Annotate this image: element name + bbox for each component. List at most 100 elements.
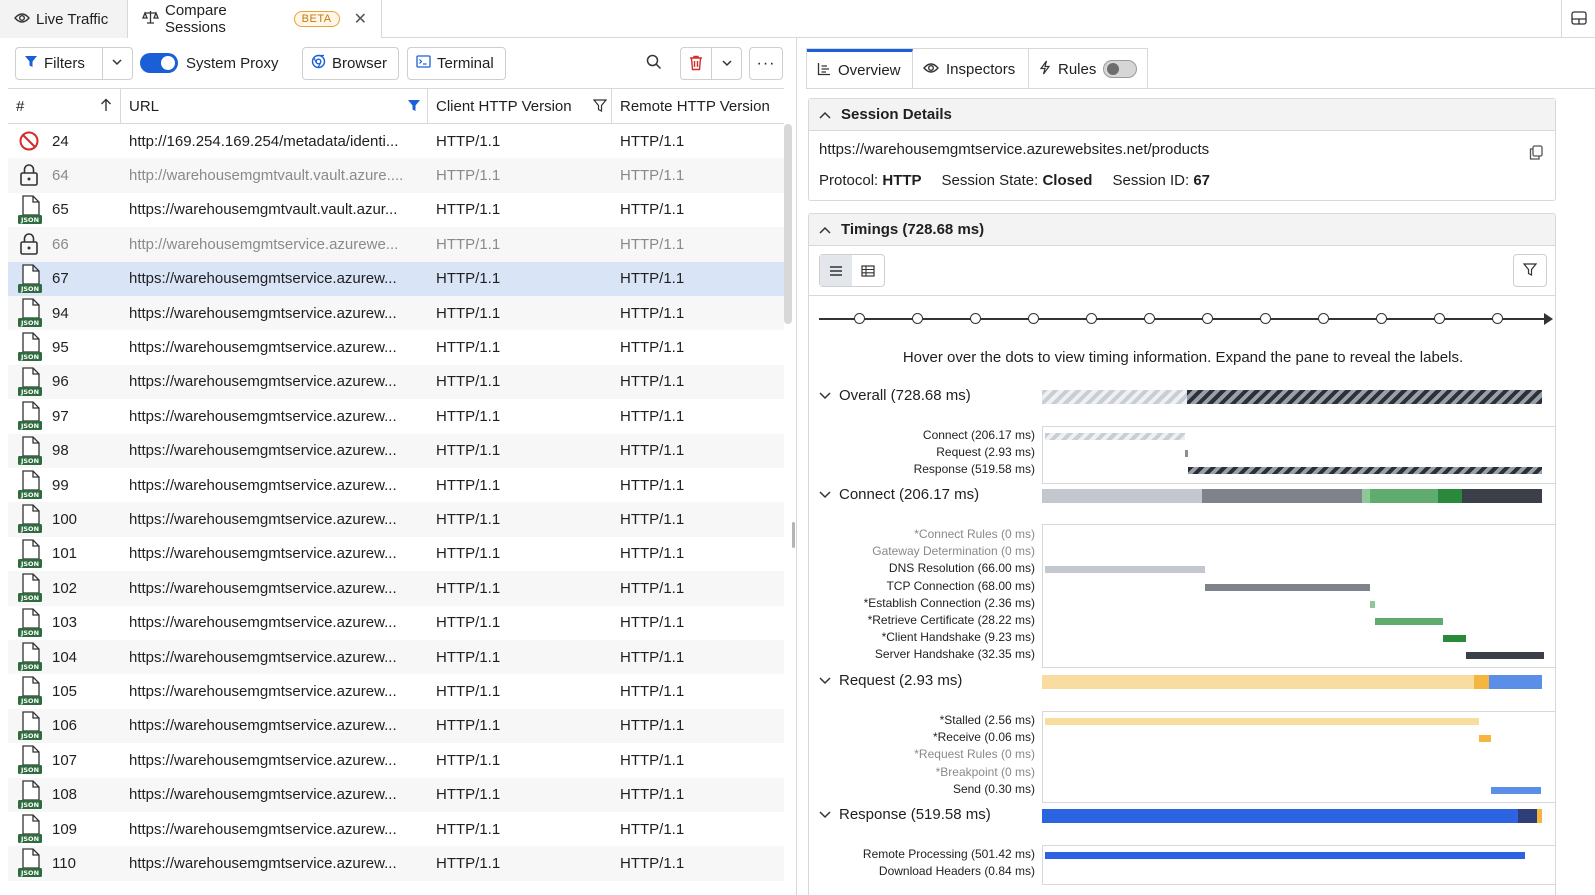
timing-summary-bar[interactable] (1042, 390, 1187, 404)
tab-rules[interactable]: Rules (1029, 49, 1147, 89)
timeline-dot[interactable] (1260, 313, 1271, 324)
timeline-dot[interactable] (1492, 313, 1503, 324)
clear-sessions-button[interactable] (680, 47, 742, 80)
timeline-dot[interactable] (970, 313, 981, 324)
table-row[interactable]: JSON 99 https://warehousemgmtservice.azure… (8, 468, 784, 502)
table-row[interactable]: JSON 103 https://warehousemgmtservice.azur… (8, 606, 784, 640)
timing-detail-bar[interactable] (1466, 652, 1544, 660)
timing-summary-bar[interactable] (1042, 489, 1202, 503)
timeline-dot[interactable] (854, 313, 865, 324)
table-row[interactable]: JSON 105 https://warehousemgmtservice.azur… (8, 674, 784, 708)
column-header-url[interactable]: URL (121, 89, 428, 123)
chevron-down-icon[interactable] (110, 55, 124, 73)
tab-live-traffic[interactable]: Live Traffic (0, 0, 128, 38)
column-header-remote-http[interactable]: Remote HTTP Version (612, 89, 784, 123)
layout-toggle-button[interactable] (1561, 0, 1595, 38)
timing-detail-bar[interactable] (1375, 618, 1443, 625)
table-view-icon[interactable] (852, 255, 884, 286)
timing-summary-bar[interactable] (1438, 489, 1462, 503)
timings-filter-button[interactable] (1513, 254, 1547, 287)
timing-summary-bar[interactable] (1489, 675, 1542, 689)
timing-group-header[interactable]: Overall (728.68 ms) (819, 387, 971, 404)
list-view-icon[interactable] (820, 255, 852, 286)
timings-header[interactable]: Timings (728.68 ms) (809, 214, 1555, 246)
timing-summary-bar[interactable] (1042, 809, 1518, 823)
filters-button[interactable]: Filters (15, 47, 133, 80)
chevron-down-icon[interactable] (720, 56, 734, 74)
table-row[interactable]: JSON 100 https://warehousemgmtservice.azur… (8, 502, 784, 537)
system-proxy-switch[interactable] (140, 53, 178, 73)
table-row[interactable]: JSON 110 https://warehousemgmtservice.azur… (8, 846, 784, 881)
timing-detail-bar[interactable] (1479, 735, 1491, 743)
session-details-header[interactable]: Session Details (809, 99, 1555, 131)
filter-icon[interactable] (592, 99, 608, 116)
terminal-button[interactable]: Terminal (407, 47, 506, 80)
timing-summary-bar[interactable] (1537, 809, 1542, 823)
timing-summary-bar[interactable] (1202, 489, 1362, 503)
scrollbar[interactable] (784, 124, 792, 324)
tab-inspectors[interactable]: Inspectors (913, 49, 1029, 89)
timing-detail-bar[interactable] (1205, 583, 1370, 591)
timing-detail-bar[interactable] (1045, 433, 1185, 440)
table-row[interactable]: JSON 94 https://warehousemgmtservice.azure… (8, 296, 784, 331)
timing-summary-bar[interactable] (1462, 489, 1542, 503)
search-button[interactable] (638, 47, 670, 80)
column-header-number[interactable]: # (8, 89, 121, 123)
timing-summary-bar[interactable] (1362, 489, 1370, 503)
chevron-up-icon[interactable] (819, 106, 831, 123)
timeline-dot[interactable] (1086, 313, 1097, 324)
column-header-client-http[interactable]: Client HTTP Version (428, 89, 612, 123)
table-row[interactable]: JSON 65 https://warehousemgmtvault.vault.a… (8, 193, 784, 227)
chevron-down-icon[interactable] (819, 387, 831, 404)
timing-detail-bar[interactable] (1491, 786, 1541, 794)
pane-splitter[interactable] (796, 38, 797, 895)
rules-toggle[interactable] (1103, 60, 1137, 78)
timing-detail-bar[interactable] (1370, 600, 1375, 608)
timing-summary-bar[interactable] (1518, 809, 1537, 823)
table-row[interactable]: JSON 109 https://warehousemgmtservice.azur… (8, 812, 784, 846)
timing-summary-bar[interactable] (1042, 675, 1474, 689)
timing-summary-bar[interactable] (1187, 390, 1542, 404)
more-options-button[interactable]: ··· (749, 47, 783, 80)
filter-active-icon[interactable] (407, 99, 421, 116)
table-row[interactable]: 66 http://warehousemgmtservice.azurewe...… (8, 227, 784, 262)
timeline-dot[interactable] (1028, 313, 1039, 324)
table-row[interactable]: JSON 102 https://warehousemgmtservice.azur… (8, 571, 784, 606)
chevron-up-icon[interactable] (819, 221, 831, 238)
chevron-down-icon[interactable] (819, 806, 831, 823)
copy-icon[interactable] (1529, 145, 1543, 163)
table-row[interactable]: JSON 97 https://warehousemgmtservice.azure… (8, 399, 784, 433)
table-row[interactable]: JSON 104 https://warehousemgmtservice.azur… (8, 640, 784, 675)
close-icon[interactable]: ✕ (354, 9, 367, 29)
timing-detail-bar[interactable] (1045, 852, 1525, 859)
timeline-dot[interactable] (1144, 313, 1155, 324)
splitter-grip[interactable] (792, 522, 795, 548)
system-proxy-toggle[interactable]: System Proxy (140, 53, 279, 73)
timeline-dot[interactable] (912, 313, 923, 324)
table-row[interactable]: JSON 98 https://warehousemgmtservice.azure… (8, 433, 784, 468)
chevron-down-icon[interactable] (819, 486, 831, 503)
table-row[interactable]: JSON 67 https://warehousemgmtservice.azure… (8, 261, 784, 296)
timing-detail-bar[interactable] (1045, 566, 1205, 574)
table-row[interactable]: JSON 96 https://warehousemgmtservice.azure… (8, 364, 784, 400)
timing-detail-bar[interactable] (1045, 718, 1479, 725)
table-row[interactable]: JSON 101 https://warehousemgmtservice.azur… (8, 537, 784, 571)
timing-group-header[interactable]: Request (2.93 ms) (819, 672, 962, 689)
timing-group-header[interactable]: Response (519.58 ms) (819, 806, 991, 823)
timing-detail-bar[interactable] (1185, 450, 1188, 458)
table-row[interactable]: 24 http://169.254.169.254/metadata/identi… (8, 124, 784, 158)
table-row[interactable]: 64 http://warehousemgmtvault.vault.azure.… (8, 158, 784, 193)
chevron-down-icon[interactable] (819, 672, 831, 689)
timing-detail-bar[interactable] (1443, 635, 1466, 643)
timing-summary-bar[interactable] (1474, 675, 1489, 689)
tab-overview[interactable]: Overview (807, 49, 913, 89)
table-row[interactable]: JSON 95 https://warehousemgmtservice.azure… (8, 330, 784, 364)
timing-group-header[interactable]: Connect (206.17 ms) (819, 486, 979, 503)
trash-icon[interactable] (689, 55, 703, 75)
timeline-dot[interactable] (1318, 313, 1329, 324)
timeline-dot[interactable] (1202, 313, 1213, 324)
timing-summary-bar[interactable] (1370, 489, 1438, 503)
tab-compare-sessions[interactable]: Compare Sessions BETA ✕ (128, 0, 382, 38)
table-row[interactable]: JSON 106 https://warehousemgmtservice.azur… (8, 708, 784, 744)
browser-button[interactable]: Browser (302, 47, 399, 80)
